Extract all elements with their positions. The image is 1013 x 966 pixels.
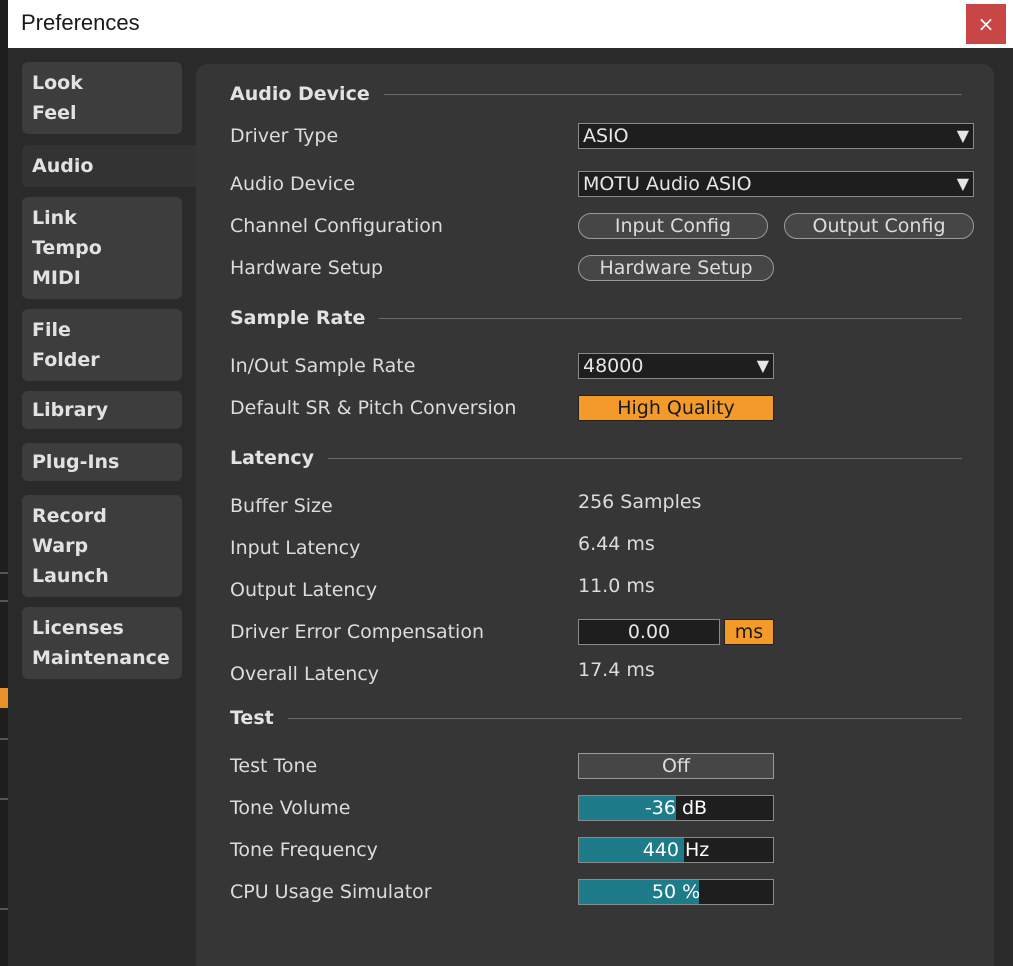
- sidebar-item-record-warp-launch[interactable]: Record Warp Launch: [22, 495, 182, 597]
- driver-error-compensation-label: Driver Error Compensation: [230, 621, 484, 643]
- driver-error-compensation-field[interactable]: 0.00: [578, 619, 720, 645]
- background-app-edge-mark: [0, 798, 8, 800]
- dropdown-arrow-icon: ▼: [956, 126, 969, 145]
- cpu-usage-simulator-label: CPU Usage Simulator: [230, 881, 432, 903]
- tone-frequency-value: 440 Hz: [642, 839, 710, 861]
- overall-latency-value: 17.4 ms: [578, 659, 655, 681]
- sidebar-item-audio[interactable]: Audio: [22, 145, 212, 187]
- tone-volume-label: Tone Volume: [230, 797, 351, 819]
- output-config-button[interactable]: Output Config: [784, 213, 974, 239]
- sidebar-item-link-tempo-midi[interactable]: Link Tempo MIDI: [22, 197, 182, 299]
- close-icon: ×: [977, 12, 995, 36]
- dropdown-arrow-icon: ▼: [956, 174, 969, 193]
- sidebar-item-library[interactable]: Library: [22, 391, 182, 429]
- section-divider: [383, 93, 962, 95]
- sidebar-item-label: Link: [32, 207, 77, 229]
- driver-error-unit-toggle[interactable]: ms: [724, 619, 774, 645]
- section-latency: Latency: [230, 445, 962, 471]
- input-config-button[interactable]: Input Config: [578, 213, 768, 239]
- audio-device-dropdown[interactable]: MOTU Audio ASIO ▼: [578, 171, 974, 197]
- section-divider: [328, 457, 962, 459]
- pitch-conversion-toggle[interactable]: High Quality: [578, 395, 774, 421]
- overall-latency-label: Overall Latency: [230, 663, 380, 685]
- section-title: Sample Rate: [230, 307, 366, 329]
- audio-device-label: Audio Device: [230, 173, 356, 195]
- sidebar-item-label: Maintenance: [32, 647, 170, 669]
- tone-volume-slider[interactable]: -36 dB: [578, 795, 774, 821]
- section-sample-rate: Sample Rate: [230, 305, 962, 331]
- sidebar-item-label: Record: [32, 505, 107, 527]
- sidebar-item-file-folder[interactable]: File Folder: [22, 309, 182, 381]
- section-title: Latency: [230, 447, 315, 469]
- tone-frequency-label: Tone Frequency: [230, 839, 378, 861]
- audio-device-value: MOTU Audio ASIO: [583, 173, 752, 195]
- sidebar-item-licenses-maintenance[interactable]: Licenses Maintenance: [22, 607, 182, 679]
- driver-type-dropdown[interactable]: ASIO ▼: [578, 123, 974, 149]
- buffer-size-label: Buffer Size: [230, 495, 333, 517]
- buffer-size-value: 256 Samples: [578, 491, 702, 513]
- sidebar-item-label: Feel: [32, 102, 77, 124]
- sidebar-item-label: Audio: [32, 155, 94, 177]
- sidebar-item-label: Look: [32, 72, 83, 94]
- close-button[interactable]: ×: [966, 4, 1006, 44]
- tone-frequency-slider[interactable]: 440 Hz: [578, 837, 774, 863]
- output-latency-value: 11.0 ms: [578, 575, 655, 597]
- section-title: Test: [230, 707, 274, 729]
- background-app-edge: [0, 0, 8, 966]
- background-app-edge-mark: [0, 738, 8, 740]
- audio-preferences-panel: Audio Device Driver Type ASIO ▼ Audio De…: [196, 64, 994, 966]
- input-latency-label: Input Latency: [230, 537, 361, 559]
- test-tone-toggle[interactable]: Off: [578, 753, 774, 779]
- cpu-usage-simulator-slider[interactable]: 50 %: [578, 879, 774, 905]
- background-app-edge-mark: [0, 572, 8, 574]
- cpu-usage-value: 50 %: [651, 881, 701, 903]
- tone-volume-value: -36 dB: [644, 797, 708, 819]
- channel-configuration-label: Channel Configuration: [230, 215, 443, 237]
- window-title: Preferences: [21, 10, 140, 35]
- sidebar-item-plug-ins[interactable]: Plug-Ins: [22, 443, 182, 481]
- title-bar: Preferences ×: [8, 0, 1013, 48]
- default-sr-conversion-label: Default SR & Pitch Conversion: [230, 397, 517, 419]
- driver-type-label: Driver Type: [230, 125, 339, 147]
- sidebar-item-label: Licenses: [32, 617, 124, 639]
- preferences-window: Look Feel Audio Link Tempo MIDI File Fol…: [8, 48, 1013, 966]
- sidebar-item-label: MIDI: [32, 267, 81, 289]
- sidebar-item-look-feel[interactable]: Look Feel: [22, 62, 182, 134]
- dropdown-arrow-icon: ▼: [756, 356, 769, 375]
- output-latency-label: Output Latency: [230, 579, 378, 601]
- section-title: Audio Device: [230, 83, 370, 105]
- hardware-setup-button[interactable]: Hardware Setup: [578, 255, 774, 281]
- sidebar-item-label: Warp: [32, 535, 89, 557]
- section-divider: [287, 717, 962, 719]
- section-audio-device: Audio Device: [230, 81, 962, 107]
- sidebar-item-label: Launch: [32, 565, 109, 587]
- section-divider: [379, 317, 962, 319]
- background-app-edge-orange: [0, 688, 8, 708]
- in-out-sample-rate-label: In/Out Sample Rate: [230, 355, 416, 377]
- driver-type-value: ASIO: [583, 125, 629, 147]
- background-app-edge-mark: [0, 908, 8, 910]
- sidebar-item-label: Library: [32, 399, 109, 421]
- sample-rate-value: 48000: [583, 355, 644, 377]
- test-tone-label: Test Tone: [230, 755, 318, 777]
- background-app-edge-mark: [0, 600, 8, 602]
- sidebar-item-label: Plug-Ins: [32, 451, 120, 473]
- sidebar-item-label: Folder: [32, 349, 100, 371]
- sample-rate-dropdown[interactable]: 48000 ▼: [578, 353, 774, 379]
- sidebar-item-label: Tempo: [32, 237, 102, 259]
- sidebar-item-label: File: [32, 319, 71, 341]
- hardware-setup-label: Hardware Setup: [230, 257, 384, 279]
- input-latency-value: 6.44 ms: [578, 533, 655, 555]
- section-test: Test: [230, 705, 962, 731]
